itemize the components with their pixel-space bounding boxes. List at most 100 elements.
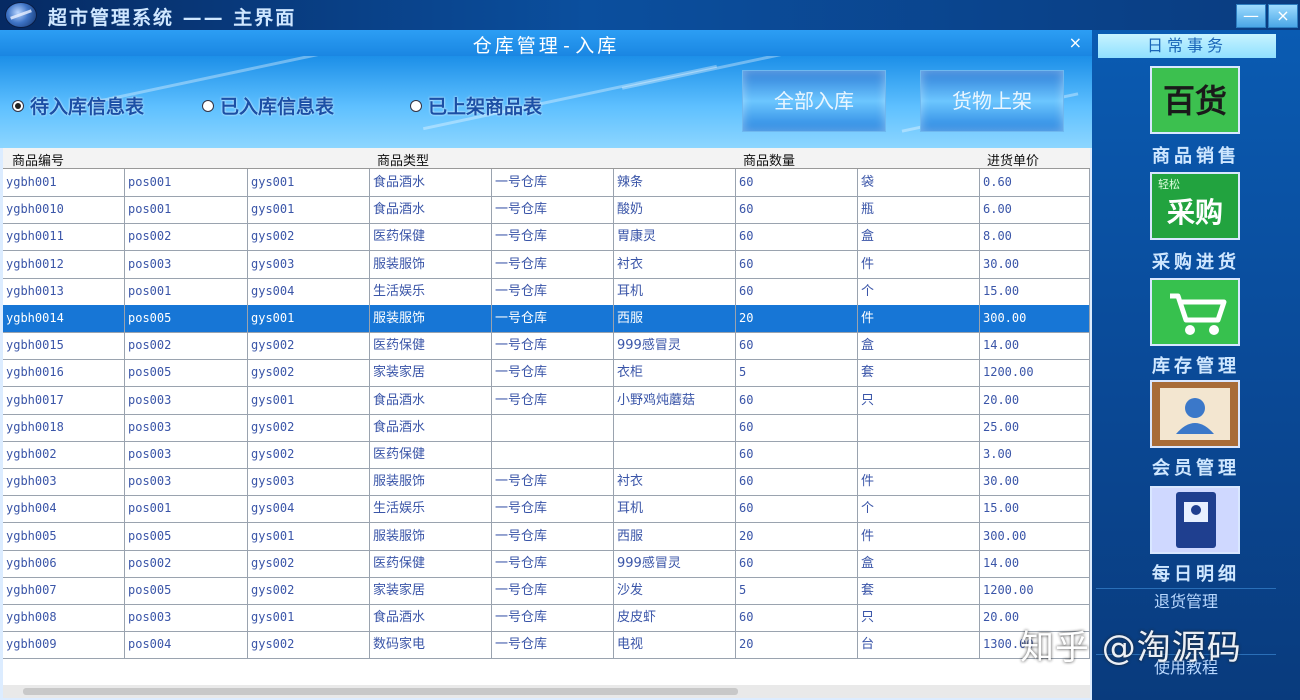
table-cell: 衬衣: [614, 250, 736, 278]
cart-icon[interactable]: [1150, 278, 1240, 346]
stock-in-all-button[interactable]: 全部入库: [742, 70, 886, 132]
table-cell: 套: [858, 359, 980, 387]
table-cell: 盒: [858, 549, 980, 577]
scrollbar-thumb[interactable]: [23, 688, 738, 695]
table-cell: 一号仓库: [492, 468, 614, 496]
table-row[interactable]: ygbh0011 pos002 gys002 医药保健 一号仓库 胃康灵 60 盒 8.00: [3, 223, 1090, 252]
table-row[interactable]: ygbh007 pos005 gys002 家装家居 一号仓库 沙发 5 套 1200.00: [3, 577, 1090, 605]
table-cell: 30.00: [980, 250, 1090, 278]
radio-label: 已上架商品表: [428, 96, 543, 118]
table-row[interactable]: ygbh003 pos003 gys003 服装服饰 一号仓库 衬衣 60 件 30.00: [3, 468, 1090, 497]
member-icon[interactable]: [1150, 380, 1240, 448]
table-cell: 一号仓库: [492, 277, 614, 305]
table-row[interactable]: ygbh0013 pos001 gys004 生活娱乐 一号仓库 耳机 60 个 15.00: [3, 277, 1090, 306]
table-cell: [858, 413, 980, 441]
table-cell: 一号仓库: [492, 577, 614, 604]
daily-affairs-tab[interactable]: 日常事务: [1098, 34, 1276, 58]
table-row[interactable]: ygbh0015 pos002 gys002 医药保健 一号仓库 999感冒灵 60 盒 14.…: [3, 332, 1090, 361]
close-window-button[interactable]: ×: [1268, 4, 1298, 28]
purchase-icon[interactable]: 轻松 采购: [1150, 172, 1240, 240]
table-cell: 60: [736, 468, 858, 496]
table-cell: 一号仓库: [492, 495, 614, 523]
table-cell: gys001: [248, 522, 370, 550]
table-cell: [614, 441, 736, 468]
column-header: 商品编号: [12, 154, 65, 169]
table-cell: gys004: [248, 495, 370, 523]
table-cell: 盒: [858, 223, 980, 251]
table-cell: 60: [736, 277, 858, 305]
table-cell: 一号仓库: [492, 169, 614, 196]
table-cell: 5: [736, 577, 858, 604]
radio-shelved-goods[interactable]: 已上架商品表: [410, 92, 542, 119]
table-row[interactable]: ygbh009 pos004 gys002 数码家电 一号仓库 电视 20 台 1300.00: [3, 631, 1090, 660]
table-row[interactable]: ygbh005 pos005 gys001 服装服饰 一号仓库 西服 20 件 300.00: [3, 522, 1090, 551]
sales-icon[interactable]: 百货: [1150, 66, 1240, 134]
table-cell: gys001: [248, 386, 370, 414]
sidebar-item-members[interactable]: 会员管理: [1092, 454, 1300, 480]
table-cell: pos002: [125, 549, 248, 577]
table-row[interactable]: ygbh0017 pos003 gys001 食品酒水 一号仓库 小野鸡炖蘑菇 60 只 20.…: [3, 386, 1090, 415]
table-cell: 一号仓库: [492, 522, 614, 550]
shelve-goods-button[interactable]: 货物上架: [920, 70, 1064, 132]
table-cell: 一号仓库: [492, 250, 614, 278]
sidebar-item-sales[interactable]: 商品销售: [1092, 142, 1300, 168]
table-row[interactable]: ygbh0014 pos005 gys001 服装服饰 一号仓库 西服 20 件 300.00: [3, 305, 1090, 333]
details-book-icon[interactable]: [1150, 486, 1240, 554]
table-cell: 只: [858, 604, 980, 632]
table-cell: gys003: [248, 250, 370, 278]
table-cell: gys002: [248, 223, 370, 251]
table-cell: ygbh009: [3, 631, 125, 659]
table-row[interactable]: ygbh008 pos003 gys001 食品酒水 一号仓库 皮皮虾 60 只 20.00: [3, 604, 1090, 633]
table-cell: 耳机: [614, 495, 736, 523]
table-cell: 套: [858, 577, 980, 604]
sidebar-item-daily-details[interactable]: 每日明细: [1092, 560, 1300, 586]
minimize-button[interactable]: —: [1236, 4, 1266, 28]
table-row[interactable]: ygbh0012 pos003 gys003 服装服饰 一号仓库 衬衣 60 件 30.00: [3, 250, 1090, 279]
sidebar-link-returns[interactable]: 退货管理: [1096, 588, 1276, 615]
window-title: 超市管理系统 —— 主界面: [48, 7, 297, 29]
table-cell: 食品酒水: [370, 604, 492, 632]
table-cell: 999感冒灵: [614, 332, 736, 360]
table-cell: [858, 441, 980, 468]
table-cell: ygbh0015: [3, 332, 125, 360]
table-cell: pos003: [125, 250, 248, 278]
table-header: 商品编号 商品类型 商品数量 进货单价: [3, 148, 1090, 169]
watermark: 知乎 @淘源码: [1020, 628, 1242, 668]
sidebar-item-purchase[interactable]: 采购进货: [1092, 248, 1300, 274]
table-cell: 食品酒水: [370, 413, 492, 441]
radio-button-icon: [410, 99, 422, 112]
table-cell: 一号仓库: [492, 604, 614, 632]
table-row[interactable]: ygbh001 pos001 gys001 食品酒水 一号仓库 辣条 60 袋 0.60: [3, 169, 1090, 197]
table-cell: pos003: [125, 604, 248, 632]
table-cell: 999感冒灵: [614, 549, 736, 577]
table-cell: 医药保健: [370, 332, 492, 360]
table-cell: 服装服饰: [370, 522, 492, 550]
table-row[interactable]: ygbh0016 pos005 gys002 家装家居 一号仓库 衣柜 5 套 1200.00: [3, 359, 1090, 388]
table-row[interactable]: ygbh0010 pos001 gys001 食品酒水 一号仓库 酸奶 60 瓶 6.00: [3, 196, 1090, 225]
table-cell: 一号仓库: [492, 386, 614, 414]
table-row[interactable]: ygbh002 pos003 gys002 医药保健 60 3.00: [3, 441, 1090, 469]
table-cell: 电视: [614, 631, 736, 659]
table-cell: pos003: [125, 441, 248, 468]
table-cell: pos005: [125, 522, 248, 550]
panel-close-icon[interactable]: ×: [1069, 33, 1082, 52]
table-cell: pos002: [125, 223, 248, 251]
table-cell: pos002: [125, 332, 248, 360]
table-cell: 60: [736, 196, 858, 224]
radio-stocked[interactable]: 已入库信息表: [202, 92, 334, 119]
table-row[interactable]: ygbh004 pos001 gys004 生活娱乐 一号仓库 耳机 60 个 15.00: [3, 495, 1090, 524]
table-cell: pos001: [125, 277, 248, 305]
table-row[interactable]: ygbh006 pos002 gys002 医药保健 一号仓库 999感冒灵 60 盒 14.0…: [3, 549, 1090, 578]
horizontal-scrollbar[interactable]: [3, 685, 1090, 698]
table-cell: 食品酒水: [370, 169, 492, 196]
table-cell: [614, 413, 736, 441]
table-row[interactable]: ygbh0018 pos003 gys002 食品酒水 60 25.00: [3, 413, 1090, 442]
sidebar-item-inventory[interactable]: 库存管理: [1092, 352, 1300, 378]
table-cell: 一号仓库: [492, 196, 614, 224]
radio-pending-stock[interactable]: 待入库信息表: [12, 92, 144, 119]
table-cell: 个: [858, 277, 980, 305]
table-cell: 服装服饰: [370, 250, 492, 278]
table-cell: gys002: [248, 631, 370, 659]
table-cell: 耳机: [614, 277, 736, 305]
table-cell: gys002: [248, 441, 370, 468]
